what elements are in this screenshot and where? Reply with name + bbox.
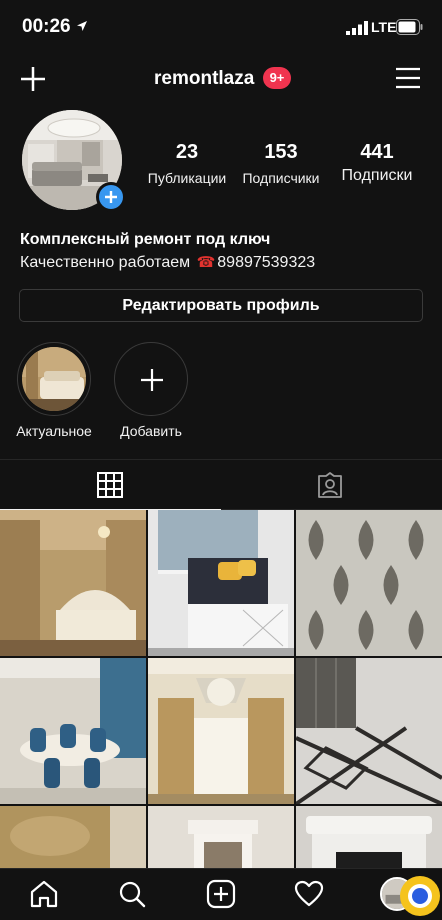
posts-count: 23	[175, 141, 199, 163]
profile-tabs	[0, 459, 442, 510]
plus-icon	[105, 191, 117, 203]
highlight-label: Добавить	[120, 423, 182, 439]
add-story-badge[interactable]	[96, 182, 126, 212]
post-tile[interactable]	[296, 658, 442, 804]
home-icon	[30, 880, 58, 908]
location-arrow-icon	[77, 21, 87, 31]
battery-icon	[396, 19, 423, 35]
profile-header: remontlaza 9+	[0, 56, 442, 102]
following-count: 441	[360, 141, 394, 163]
highlight-cover	[22, 347, 86, 411]
post-image-bedroom	[0, 510, 146, 656]
highlight-add[interactable]: Добавить	[111, 342, 191, 439]
highlight-label: Актуальное	[16, 423, 92, 439]
post-image-dining-room	[0, 658, 146, 804]
profile-username[interactable]: remontlaza	[154, 68, 254, 90]
post-image-gold-wall	[0, 806, 146, 870]
followers-label: Подписчики	[242, 170, 320, 186]
network-type: LTE	[371, 19, 397, 35]
post-image-damask-wallpaper	[296, 510, 442, 656]
notification-badge[interactable]: 9+	[263, 67, 291, 89]
post-image-marble-floor	[296, 658, 442, 804]
status-time: 00:26	[22, 16, 71, 37]
plus-icon	[141, 369, 163, 391]
plus-icon[interactable]	[20, 66, 46, 92]
following-label: Подписки	[341, 167, 413, 184]
post-image-doorway	[148, 806, 294, 870]
bio-text: Качественно работаем	[20, 254, 191, 271]
yandex-browser-logo-icon	[400, 876, 440, 916]
bio-name: Комплексный ремонт под ключ	[20, 231, 271, 248]
post-tile[interactable]	[148, 658, 294, 804]
bottom-nav	[0, 868, 442, 920]
post-tile[interactable]	[296, 510, 442, 656]
bedroom-photo	[22, 347, 86, 411]
tab-tagged[interactable]	[221, 460, 442, 510]
new-post-icon	[206, 879, 236, 909]
nav-search[interactable]	[117, 879, 147, 909]
post-image-chandelier-hall	[148, 658, 294, 804]
highlight-actual[interactable]: Актуальное	[14, 342, 94, 439]
stat-posts[interactable]: 23 Публикации	[142, 142, 232, 186]
post-image-fireplace	[296, 806, 442, 870]
tagged-person-icon	[318, 472, 342, 498]
post-image-balcony	[148, 510, 294, 656]
heart-icon	[294, 880, 324, 907]
post-tile[interactable]	[148, 806, 294, 870]
stat-followers[interactable]: 153 Подписчики	[236, 142, 326, 186]
bio-phone[interactable]: 89897539323	[217, 254, 315, 271]
search-icon	[119, 881, 146, 908]
status-bar: 00:26 LTE	[0, 0, 442, 52]
post-tile[interactable]	[0, 510, 146, 656]
post-tile[interactable]	[0, 806, 146, 870]
edit-profile-button[interactable]: Редактировать профиль	[19, 289, 423, 322]
post-tile[interactable]	[148, 510, 294, 656]
posts-label: Публикации	[147, 170, 227, 186]
post-tile[interactable]	[296, 806, 442, 870]
nav-home[interactable]	[29, 879, 59, 909]
hamburger-menu-icon[interactable]	[396, 67, 420, 89]
followers-count: 153	[264, 141, 298, 163]
grid-icon	[97, 472, 123, 498]
tab-grid[interactable]	[0, 460, 221, 510]
post-grid	[0, 510, 442, 870]
post-tile[interactable]	[0, 658, 146, 804]
bio-line: Качественно работаем ☎ 89897539323	[20, 253, 315, 272]
highlight-ring	[17, 342, 91, 416]
highlight-add-circle	[114, 342, 188, 416]
cell-signal-icon	[346, 21, 368, 35]
telephone-icon: ☎	[196, 254, 216, 271]
stat-following[interactable]: 441 Подписки	[332, 142, 422, 184]
nav-new-post[interactable]	[206, 879, 236, 909]
nav-activity[interactable]	[294, 879, 324, 909]
